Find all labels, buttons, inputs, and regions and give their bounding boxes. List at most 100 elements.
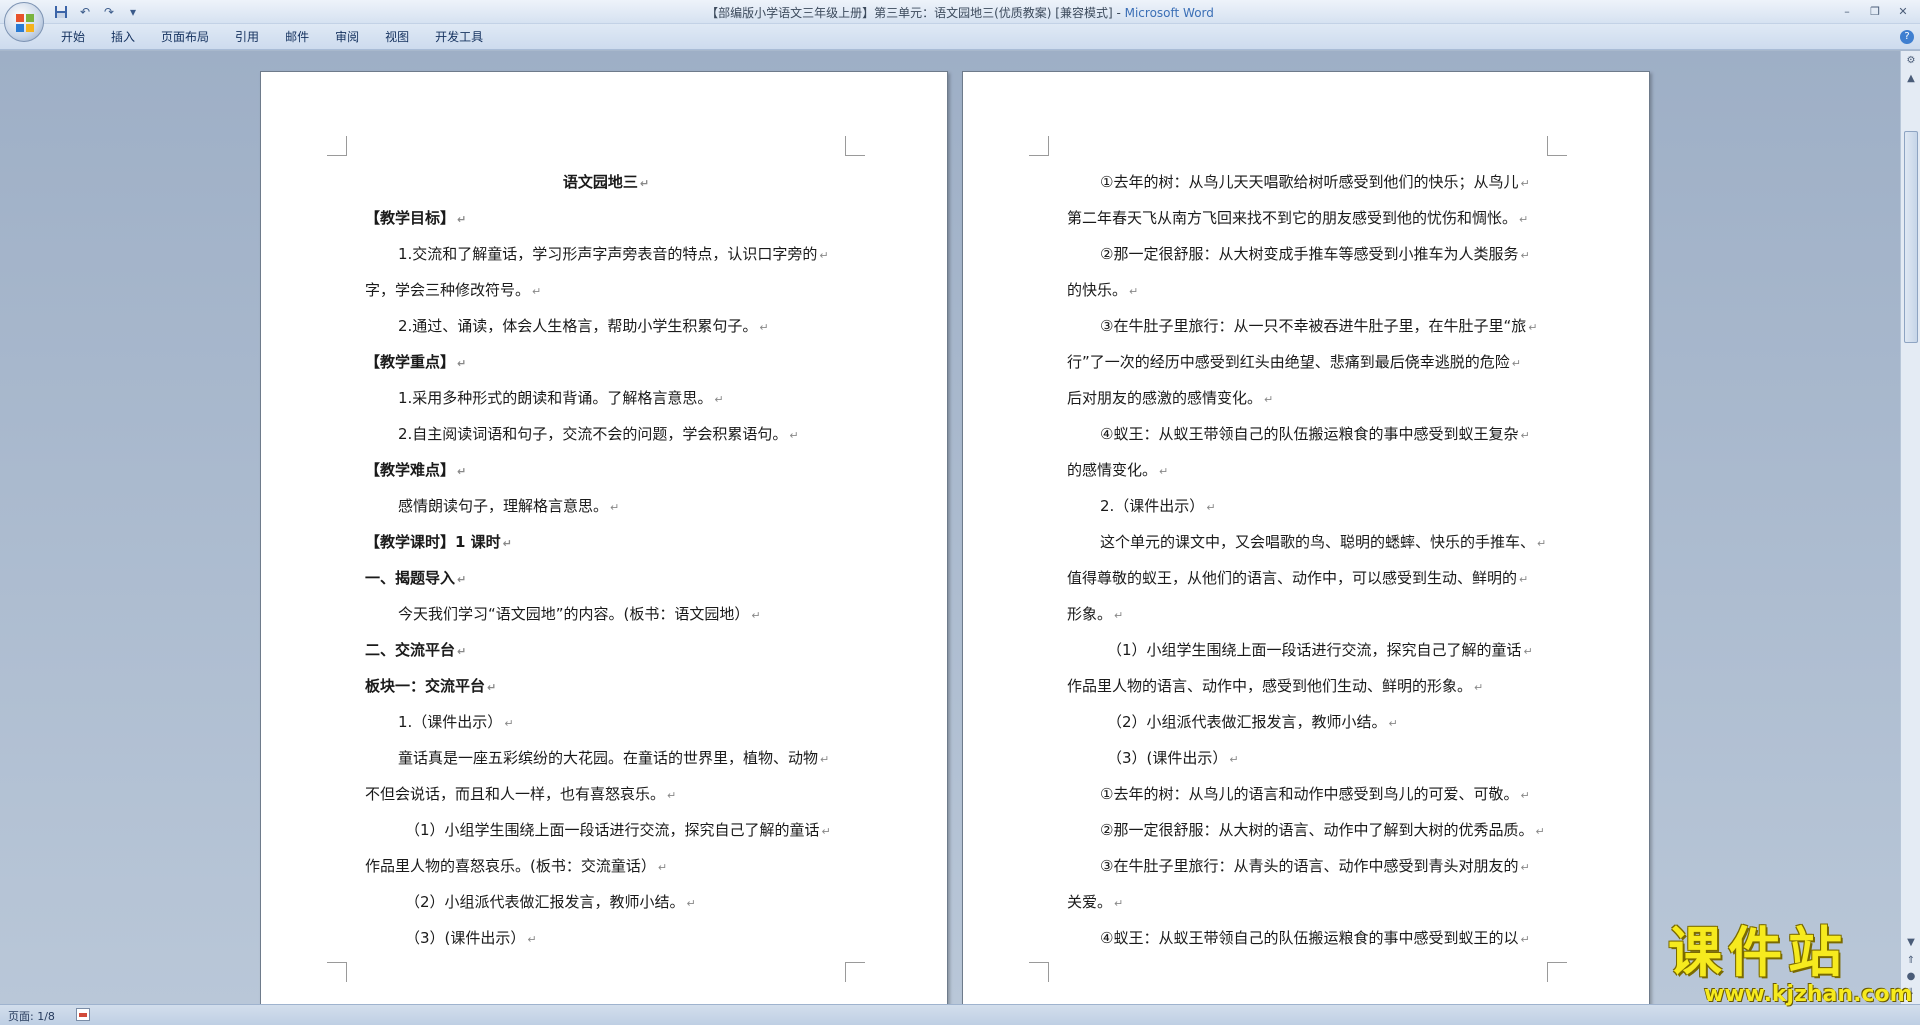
previous-page-icon[interactable]: ⇑ [1903,953,1919,969]
ribbon-tab[interactable]: 审阅 [322,29,372,45]
text-line[interactable]: ④蚁王：从蚁王带领自己的队伍搬运粮食的事中感受到蚁王的以 ↵ [1067,920,1549,956]
page-2[interactable]: ①去年的树：从鸟儿天天唱歌给树听感受到他们的快乐；从鸟儿 ↵ 第二年春天飞从南方飞回… [962,71,1650,1004]
text-line[interactable]: 【教学难点】 ↵ [365,452,847,488]
text-line[interactable]: 一、揭题导入 ↵ [365,560,847,596]
paragraph-mark-icon: ↵ [502,537,512,550]
text-line[interactable]: 的感情变化。 ↵ [1067,452,1549,488]
text-line[interactable]: 后对朋友的感激的感情变化。 ↵ [1067,380,1549,416]
ribbon-tab[interactable]: 开发工具 [422,29,496,45]
paragraph-mark-icon: ↵ [527,933,537,946]
ribbon-tab[interactable]: 插入 [98,29,148,45]
line-text: ②那一定很舒服：从大树的语言、动作中了解到大树的优秀品质。 [1100,821,1534,839]
window-controls: – ❐ ✕ [1834,2,1916,20]
paragraph-mark-icon: ↵ [789,429,799,442]
text-line[interactable]: （2）小组派代表做汇报发言，教师小结。 ↵ [365,884,847,920]
text-line[interactable]: 1.交流和了解童话，学习形声字声旁表音的特点，认识口字旁的 ↵ [365,236,847,272]
ruler-toggle-icon[interactable]: ⚙ [1903,53,1919,69]
scroll-up-icon[interactable]: ▲ [1903,71,1919,87]
paragraph-mark-icon: ↵ [1523,645,1533,658]
ribbon-tab[interactable]: 邮件 [272,29,322,45]
line-text: 1.采用多种形式的朗读和背诵。了解格言意思。 [398,389,713,407]
text-line[interactable]: 感情朗读句子，理解格言意思。 ↵ [365,488,847,524]
page-1-text[interactable]: 语文园地三 ↵ 【教学目标】 ↵ 1.交流和了解童话，学习形声字声旁表音的特点，认识口字… [365,164,847,956]
text-line[interactable]: 不但会说话，而且和人一样，也有喜怒哀乐。 ↵ [365,776,847,812]
text-line[interactable]: 第二年春天飞从南方飞回来找不到它的朋友感受到他的忧伤和惆怅。 ↵ [1067,200,1549,236]
text-line[interactable]: 2.通过、诵读，体会人生格言，帮助小学生积累句子。 ↵ [365,308,847,344]
line-text: 感情朗读句子，理解格言意思。 [398,497,609,515]
minimize-icon[interactable]: – [1834,2,1860,20]
text-line[interactable]: 板块一：交流平台 ↵ [365,668,847,704]
text-line[interactable]: 关爱。 ↵ [1067,884,1549,920]
ribbon-tab[interactable]: 视图 [372,29,422,45]
scroll-down-icon[interactable]: ▼ [1903,935,1919,951]
text-line[interactable]: 这个单元的课文中，又会唱歌的鸟、聪明的蟋蟀、快乐的手推车、 ↵ [1067,524,1549,560]
crop-mark [845,962,865,982]
paragraph-mark-icon: ↵ [667,789,677,802]
line-text: ①去年的树：从鸟儿天天唱歌给树听感受到他们的快乐；从鸟儿 [1100,173,1519,191]
text-line[interactable]: （1）小组学生围绕上面一段话进行交流，探究自己了解的童话 ↵ [365,812,847,848]
paragraph-mark-icon: ↵ [1519,213,1529,226]
line-text: ③在牛肚子里旅行：从青头的语言、动作中感受到青头对朋友的 [1100,857,1519,875]
text-line[interactable]: 值得尊敬的蚁王，从他们的语言、动作中，可以感受到生动、鲜明的 ↵ [1067,560,1549,596]
line-text: 后对朋友的感激的感情变化。 [1067,389,1263,407]
text-line[interactable]: ③在牛肚子里旅行：从青头的语言、动作中感受到青头对朋友的 ↵ [1067,848,1549,884]
crop-mark [845,136,865,156]
line-text: 【教学重点】 [365,353,456,371]
text-line[interactable]: 形象。 ↵ [1067,596,1549,632]
help-icon[interactable]: ? [1900,30,1914,44]
line-text: ①去年的树：从鸟儿的语言和动作中感受到鸟儿的可爱、可敬。 [1100,785,1519,803]
close-icon[interactable]: ✕ [1890,2,1916,20]
ribbon-tabs: 开始 插入 页面布局 引用 邮件 审阅 视图 开发工具 [48,29,496,45]
line-text: （2）小组派代表做汇报发言，教师小结。 [405,893,685,911]
line-text: 【教学课时】1 课时 [365,533,501,551]
text-line[interactable]: 语文园地三 ↵ [365,164,847,200]
office-button[interactable] [4,2,44,42]
text-line[interactable]: （2）小组派代表做汇报发言，教师小结。 ↵ [1067,704,1549,740]
paragraph-mark-icon: ↵ [1520,177,1530,190]
restore-icon[interactable]: ❐ [1862,2,1888,20]
text-line[interactable]: 2.自主阅读词语和句子，交流不会的问题，学会积累语句。 ↵ [365,416,847,452]
text-line[interactable]: ②那一定很舒服：从大树的语言、动作中了解到大树的优秀品质。 ↵ [1067,812,1549,848]
line-text: 1.交流和了解童话，学习形声字声旁表音的特点，认识口字旁的 [398,245,818,263]
text-line[interactable]: （1）小组学生围绕上面一段话进行交流，探究自己了解的童话 ↵ [1067,632,1549,668]
text-line[interactable]: 二、交流平台 ↵ [365,632,847,668]
title-bar: ↶ ↷ ▾ 【部编版小学语文三年级上册】第三单元：语文园地三(优质教案) [兼容… [0,0,1920,24]
vertical-scrollbar[interactable]: ⚙ ▲ ▼ ⇑ ● ⇓ [1900,51,1920,1004]
text-line[interactable]: 1.采用多种形式的朗读和背诵。了解格言意思。 ↵ [365,380,847,416]
text-line[interactable]: ①去年的树：从鸟儿天天唱歌给树听感受到他们的快乐；从鸟儿 ↵ [1067,164,1549,200]
text-line[interactable]: 作品里人物的语言、动作中，感受到他们生动、鲜明的形象。 ↵ [1067,668,1549,704]
paragraph-mark-icon: ↵ [1519,573,1529,586]
text-line[interactable]: ③在牛肚子里旅行：从一只不幸被吞进牛肚子里，在牛肚子里“旅 ↵ [1067,308,1549,344]
text-line[interactable]: 字，学会三种修改符号。 ↵ [365,272,847,308]
ribbon-tab[interactable]: 开始 [48,29,98,45]
text-line[interactable]: 童话真是一座五彩缤纷的大花园。在童话的世界里，植物、动物 ↵ [365,740,847,776]
ribbon-tab[interactable]: 引用 [222,29,272,45]
watermark-logo: 课件站 www.kjzhan.com [1668,924,1913,1008]
text-line[interactable]: 作品里人物的喜怒哀乐。(板书：交流童话） ↵ [365,848,847,884]
line-text: 语文园地三 [562,173,638,191]
text-line[interactable]: 2.（课件出示） ↵ [1067,488,1549,524]
text-line[interactable]: 今天我们学习“语文园地”的内容。(板书：语文园地） ↵ [365,596,847,632]
text-line[interactable]: 行”了一次的经历中感受到红头由绝望、悲痛到最后侥幸逃脱的危险 ↵ [1067,344,1549,380]
text-line[interactable]: ①去年的树：从鸟儿的语言和动作中感受到鸟儿的可爱、可敬。 ↵ [1067,776,1549,812]
proofing-icon[interactable] [76,1008,90,1021]
text-line[interactable]: （3）(课件出示） ↵ [1067,740,1549,776]
scroll-thumb[interactable] [1904,131,1918,343]
ribbon-tab[interactable]: 页面布局 [148,29,222,45]
text-line[interactable]: 的快乐。 ↵ [1067,272,1549,308]
line-text: 【教学难点】 [365,461,456,479]
line-text: 板块一：交流平台 [365,677,486,695]
page-2-text[interactable]: ①去年的树：从鸟儿天天唱歌给树听感受到他们的快乐；从鸟儿 ↵ 第二年春天飞从南方飞回… [1067,164,1549,956]
text-line[interactable]: 【教学课时】1 课时 ↵ [365,524,847,560]
page-indicator[interactable]: 页面: 1/8 [8,1008,55,1024]
text-line[interactable]: ④蚁王：从蚁王带领自己的队伍搬运粮食的事中感受到蚁王复杂 ↵ [1067,416,1549,452]
text-line[interactable]: （3）(课件出示） ↵ [365,920,847,956]
page-1[interactable]: 语文园地三 ↵ 【教学目标】 ↵ 1.交流和了解童话，学习形声字声旁表音的特点，认识口字… [260,71,948,1004]
line-text: ②那一定很舒服：从大树变成手推车等感受到小推车为人类服务 [1100,245,1519,263]
text-line[interactable]: ②那一定很舒服：从大树变成手推车等感受到小推车为人类服务 ↵ [1067,236,1549,272]
text-line[interactable]: 1.（课件出示） ↵ [365,704,847,740]
line-text: 这个单元的课文中，又会唱歌的鸟、聪明的蟋蟀、快乐的手推车、 [1100,533,1536,551]
status-bar: 页面: 1/8 [0,1004,1920,1025]
text-line[interactable]: 【教学重点】 ↵ [365,344,847,380]
text-line[interactable]: 【教学目标】 ↵ [365,200,847,236]
